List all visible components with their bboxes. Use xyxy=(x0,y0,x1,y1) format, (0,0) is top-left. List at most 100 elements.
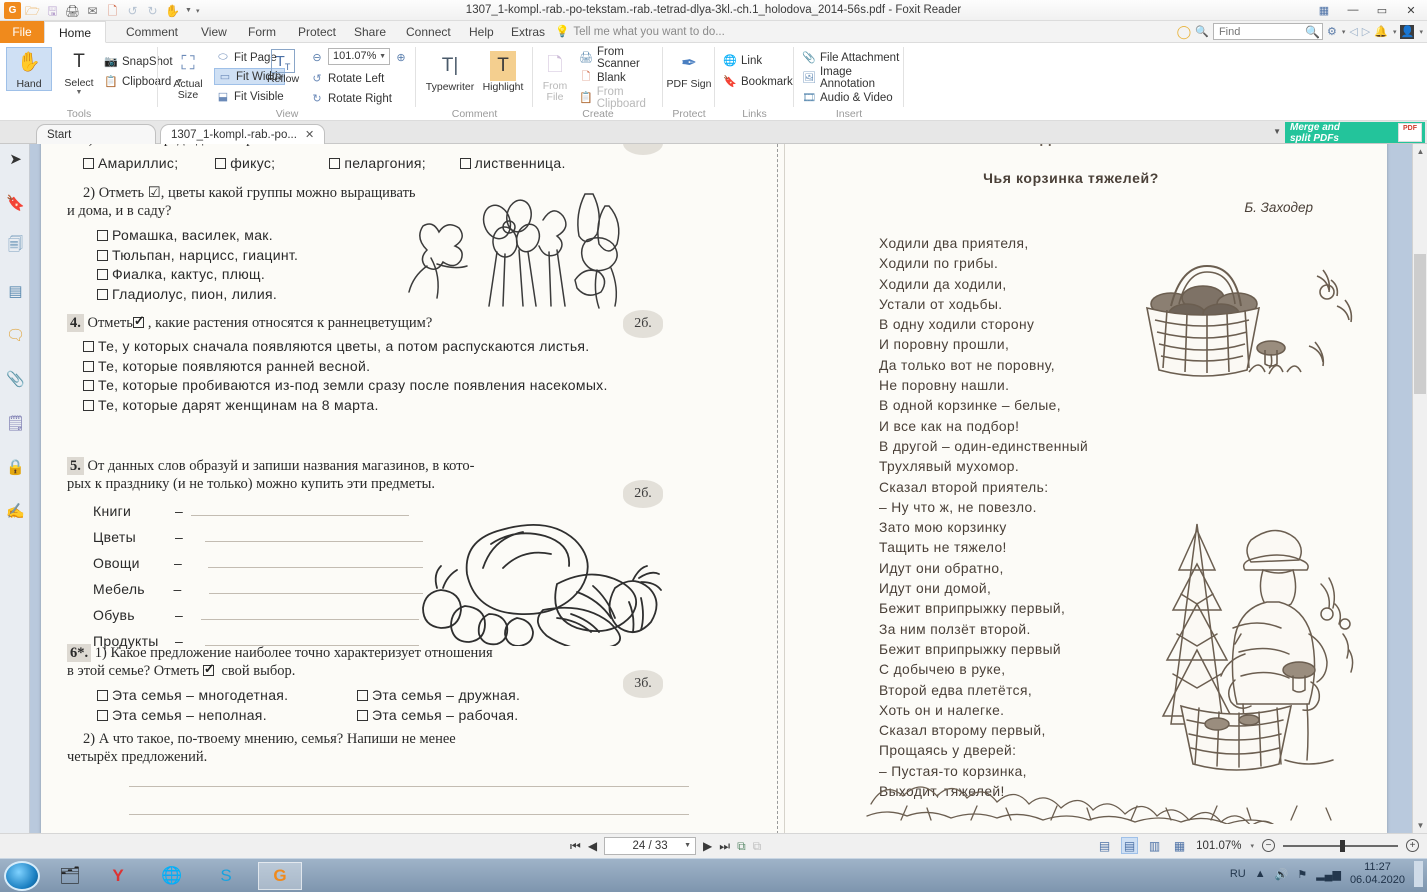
checkbox[interactable] xyxy=(97,709,108,721)
security-panel-icon[interactable]: 🗒 xyxy=(5,412,26,433)
comments-panel-icon[interactable]: 🗨 xyxy=(5,324,26,345)
rotate-view-button[interactable]: ⧉ xyxy=(737,839,746,854)
from-file-button[interactable]: 🗋 From File xyxy=(537,51,573,103)
next-page-button[interactable]: ▶ xyxy=(703,839,712,853)
status-zoom-chevron-icon[interactable]: ▾ xyxy=(1250,842,1254,850)
zoom-out-button[interactable]: ⊖ xyxy=(310,49,324,66)
bell-chevron-icon[interactable]: ▾ xyxy=(1393,28,1397,36)
checkbox[interactable] xyxy=(459,158,471,169)
favorite-icon[interactable]: ◯ xyxy=(1177,24,1192,40)
forward-arrow-icon[interactable]: ▷ xyxy=(1362,25,1370,38)
audio-video-button[interactable]: 🎞 Audio & Video xyxy=(802,89,893,106)
from-scanner-button[interactable]: 🖨 From Scanner xyxy=(579,46,663,70)
tab-current-document[interactable]: 1307_1-kompl.-rab.-po... ✕ xyxy=(160,124,326,144)
link-button[interactable]: 🌐 Link xyxy=(723,52,762,69)
show-hidden-icons[interactable]: ▲ xyxy=(1255,868,1266,880)
rotate-right-button[interactable]: ↻ Rotate Right xyxy=(310,90,392,107)
zoom-level-input[interactable]: 101.07% ▼ xyxy=(328,48,390,65)
pdf-sign-button[interactable]: ✒ PDF Sign xyxy=(666,49,712,90)
tab-home[interactable]: Home xyxy=(44,21,107,43)
taskbar-foxit-reader[interactable]: G xyxy=(258,862,302,890)
facing-continuous-layout-icon[interactable]: ▦ xyxy=(1171,837,1188,854)
close-icon[interactable]: ✕ xyxy=(1397,1,1425,19)
gear-icon[interactable]: ⚙ xyxy=(1327,25,1337,38)
zoom-in-button[interactable]: ⊕ xyxy=(394,49,408,66)
tab-comment[interactable]: Comment xyxy=(112,21,192,43)
checkbox[interactable] xyxy=(83,380,94,391)
gear-chevron-icon[interactable]: ▾ xyxy=(1342,28,1346,36)
checkbox[interactable] xyxy=(97,690,108,701)
search-icon[interactable]: 🔍 xyxy=(1305,25,1320,39)
taskbar-skype[interactable]: S xyxy=(204,862,248,890)
typewriter-button[interactable]: T| Typewriter xyxy=(422,51,478,93)
checkbox[interactable] xyxy=(97,269,108,280)
advanced-search-icon[interactable]: 🔍 xyxy=(1195,25,1209,38)
vertical-scrollbar[interactable]: ▲ ▼ xyxy=(1412,144,1427,833)
start-orb-icon[interactable] xyxy=(4,861,40,891)
scroll-up-icon[interactable]: ▲ xyxy=(1413,144,1427,159)
continuous-layout-icon[interactable]: ▤ xyxy=(1121,837,1139,854)
tab-extras[interactable]: Extras xyxy=(497,21,559,43)
checkbox[interactable] xyxy=(97,249,108,261)
select-chevron-icon[interactable]: ▼ xyxy=(56,89,102,96)
checkbox[interactable] xyxy=(83,399,94,411)
checkbox[interactable] xyxy=(83,360,94,372)
zoom-slider[interactable] xyxy=(1283,839,1398,852)
network-flag-icon[interactable]: ⚑ xyxy=(1297,868,1307,881)
write-in-blank[interactable] xyxy=(207,556,423,568)
reflow-button[interactable]: TT Reflow xyxy=(262,49,304,85)
highlight-button[interactable]: T Highlight xyxy=(478,51,528,93)
scroll-thumb[interactable] xyxy=(1414,254,1426,394)
previous-page-button[interactable]: ◀ xyxy=(588,839,597,853)
attachments-panel-icon[interactable]: 📎 xyxy=(5,368,26,389)
bookmark-panel-icon[interactable]: 🔖 xyxy=(5,192,26,213)
tab-overflow-chevron-icon[interactable]: ▼ xyxy=(1273,127,1281,136)
bookmark-button[interactable]: 🔖 Bookmark xyxy=(723,73,793,90)
fit-view-button[interactable]: ⧉ xyxy=(753,839,762,854)
signature-icon[interactable]: ✍ xyxy=(5,500,26,521)
write-in-blank[interactable] xyxy=(129,814,689,815)
from-clipboard-button[interactable]: 📋 From Clipboard xyxy=(579,86,663,110)
checkbox[interactable] xyxy=(97,288,108,300)
tell-me-box[interactable]: 💡 Tell me what you want to do... xyxy=(555,21,725,43)
zoom-chevron-icon[interactable]: ▼ xyxy=(379,49,386,64)
checkbox[interactable] xyxy=(329,158,341,169)
tab-form[interactable]: Form xyxy=(234,21,290,43)
rotate-left-button[interactable]: ↺ Rotate Left xyxy=(310,70,384,87)
document-viewport[interactable]: 3. 1) Укажи ☑ среди данных растений «лиш… xyxy=(30,144,1427,833)
layers-panel-icon[interactable]: ▤ xyxy=(5,280,26,301)
pointer-icon[interactable]: ➤ xyxy=(5,148,26,169)
grid-view-icon[interactable]: ▦ xyxy=(1310,1,1338,19)
maximize-icon[interactable]: ▭ xyxy=(1368,1,1396,19)
show-desktop-button[interactable] xyxy=(1414,861,1423,887)
blank-button[interactable]: 🗋 Blank xyxy=(579,69,626,86)
image-annotation-button[interactable]: 🖼 Image Annotation xyxy=(802,66,904,90)
last-page-button[interactable]: ⏭ xyxy=(719,839,730,854)
checkbox[interactable] xyxy=(83,158,94,169)
checkbox[interactable] xyxy=(83,341,94,352)
tab-start[interactable]: Start xyxy=(36,124,156,144)
facing-layout-icon[interactable]: ▥ xyxy=(1146,837,1163,854)
checkbox[interactable] xyxy=(357,709,368,721)
signal-icon[interactable]: ▂▄▆ xyxy=(1316,868,1341,881)
taskbar-globe-browser[interactable]: 🌐 xyxy=(150,862,194,890)
page-chevron-icon[interactable]: ▼ xyxy=(684,838,691,854)
actual-size-button[interactable]: ⛶ Actual Size xyxy=(166,49,210,101)
checkbox[interactable] xyxy=(357,690,368,701)
account-chevron-icon[interactable]: ▾ xyxy=(1419,28,1423,36)
checkbox-checked[interactable] xyxy=(202,660,215,678)
zoom-out-button[interactable]: − xyxy=(1262,839,1275,852)
merge-split-promo[interactable]: Merge and split PDFs PDF xyxy=(1285,122,1425,143)
search-field[interactable] xyxy=(1216,24,1305,39)
write-in-blank[interactable] xyxy=(209,582,423,594)
page-number-input[interactable]: 24 / 33 ▼ xyxy=(604,837,697,855)
language-indicator[interactable]: RU xyxy=(1230,868,1246,880)
notification-bell-icon[interactable]: 🔔 xyxy=(1374,25,1388,38)
tab-connect[interactable]: Connect xyxy=(392,21,465,43)
zoom-in-button[interactable]: + xyxy=(1406,839,1419,852)
tab-close-icon[interactable]: ✕ xyxy=(305,129,314,141)
volume-icon[interactable]: 🔊 xyxy=(1275,868,1289,881)
single-page-layout-icon[interactable]: ▤ xyxy=(1096,837,1113,854)
search-input[interactable]: 🔍 xyxy=(1212,23,1323,40)
account-avatar[interactable]: 👤 xyxy=(1400,24,1415,39)
